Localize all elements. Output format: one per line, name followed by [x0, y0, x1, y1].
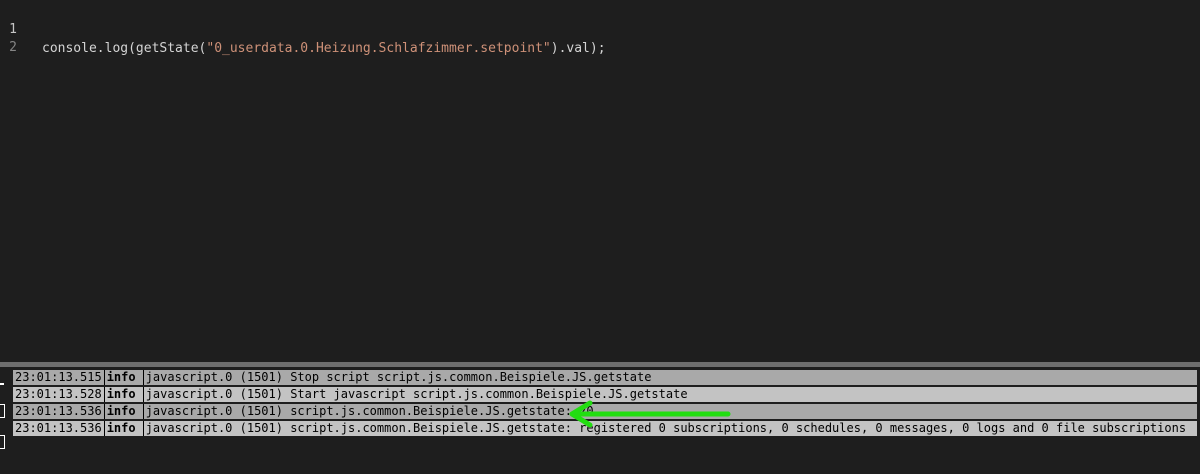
log-level: info [103, 421, 143, 436]
log-time: 23:01:13.515 [13, 370, 104, 385]
toolbar-marker [0, 383, 4, 385]
log-level: info [103, 404, 143, 419]
annotation-arrow-icon [569, 400, 731, 428]
code-line[interactable]: 1 console.log(getState("0_userdata.0.Hei… [0, 1, 1200, 56]
code-token: ).val); [550, 41, 606, 56]
log-time: 23:01:13.536 [13, 404, 104, 419]
log-level: info [103, 387, 143, 402]
toolbar-button-icon[interactable] [0, 404, 5, 418]
log-message: javascript.0 (1501) Stop script script.j… [142, 370, 1197, 385]
line-number: 2 [9, 40, 17, 55]
code-string-token: "0_userdata.0.Heizung.Schlafzimmer.setpo… [206, 41, 551, 56]
log-level: info [103, 370, 143, 385]
toolbar-button-icon[interactable] [0, 435, 5, 449]
side-toolbar [0, 367, 12, 474]
log-time: 23:01:13.536 [13, 421, 104, 436]
code-line[interactable]: 2 [0, 19, 1200, 55]
code-editor[interactable]: 1 console.log(getState("0_userdata.0.Hei… [0, 0, 1200, 362]
code-token: console.log(getState( [42, 41, 207, 56]
code-text[interactable]: console.log(getState("0_userdata.0.Heizu… [42, 39, 606, 58]
log-row[interactable]: 23:01:13.515 info javascript.0 (1501) St… [13, 370, 1197, 385]
log-time: 23:01:13.528 [13, 387, 104, 402]
